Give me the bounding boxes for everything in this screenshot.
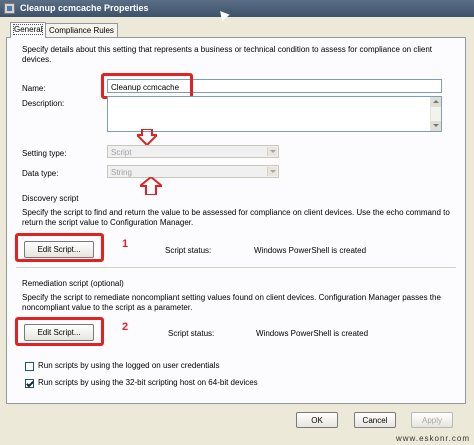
description-textarea[interactable] <box>107 96 442 132</box>
discovery-edit-script-button[interactable]: Edit Script... <box>24 241 94 258</box>
description-label: Description: <box>22 99 65 108</box>
logged-on-credentials-checkbox[interactable] <box>25 362 34 371</box>
use-32bit-host-checkbox[interactable] <box>25 379 34 388</box>
section-divider <box>16 267 456 269</box>
use-32bit-host-label[interactable]: Run scripts by using the 32-bit scriptin… <box>38 378 258 388</box>
mouse-cursor-icon <box>216 7 230 22</box>
setting-type-select[interactable]: Script <box>107 145 279 158</box>
properties-dialog: Cleanup ccmcache Properties General Comp… <box>0 0 474 445</box>
tab-compliance-rules[interactable]: Compliance Rules <box>45 23 118 37</box>
chevron-down-icon[interactable] <box>267 167 277 176</box>
data-type-value: String <box>111 168 132 177</box>
tab-general-label: General <box>12 24 44 35</box>
chevron-down-icon[interactable] <box>267 147 277 156</box>
scroll-up-icon[interactable] <box>431 97 441 107</box>
discovery-status-label: Script status: <box>165 246 212 255</box>
annotation-number-2: 2 <box>122 321 129 333</box>
watermark-text: www.eskonr.com <box>395 434 470 443</box>
tab-compliance-rules-label: Compliance Rules <box>49 26 114 35</box>
data-type-select[interactable]: String <box>107 165 279 178</box>
apply-button[interactable]: Apply <box>411 412 453 428</box>
setting-type-label: Setting type: <box>22 149 67 158</box>
remediation-status-label: Script status: <box>168 329 215 338</box>
arrow-down-icon <box>137 129 157 145</box>
discovery-heading: Discovery script <box>22 194 79 203</box>
arrow-up-icon <box>140 177 162 195</box>
remediation-status-value: Windows PowerShell is created <box>256 329 369 338</box>
intro-text: Specify details about this setting that … <box>22 45 433 64</box>
data-type-label: Data type: <box>22 169 59 178</box>
cancel-button[interactable]: Cancel <box>354 412 396 428</box>
logged-on-credentials-label[interactable]: Run scripts by using the logged on user … <box>38 361 219 371</box>
scroll-down-icon[interactable] <box>431 121 441 131</box>
window-title: Cleanup ccmcache Properties <box>20 3 149 13</box>
remediation-description: Specify the script to remediate noncompl… <box>22 293 441 312</box>
discovery-status-value: Windows PowerShell is created <box>254 246 367 255</box>
remediation-heading: Remediation script (optional) <box>22 279 124 288</box>
name-input[interactable]: Cleanup ccmcache <box>107 79 442 93</box>
setting-type-value: Script <box>111 148 132 157</box>
tab-general[interactable]: General <box>10 22 47 38</box>
remediation-edit-script-button[interactable]: Edit Script... <box>24 324 94 341</box>
window-icon <box>4 3 15 14</box>
name-label: Name: <box>22 84 46 93</box>
name-input-value: Cleanup ccmcache <box>111 83 180 92</box>
description-scrollbar[interactable] <box>430 97 441 131</box>
discovery-description: Specify the script to find and return th… <box>22 208 450 227</box>
title-bar[interactable]: Cleanup ccmcache Properties <box>0 0 474 22</box>
ok-button[interactable]: OK <box>296 412 338 428</box>
annotation-number-1: 1 <box>122 238 129 250</box>
